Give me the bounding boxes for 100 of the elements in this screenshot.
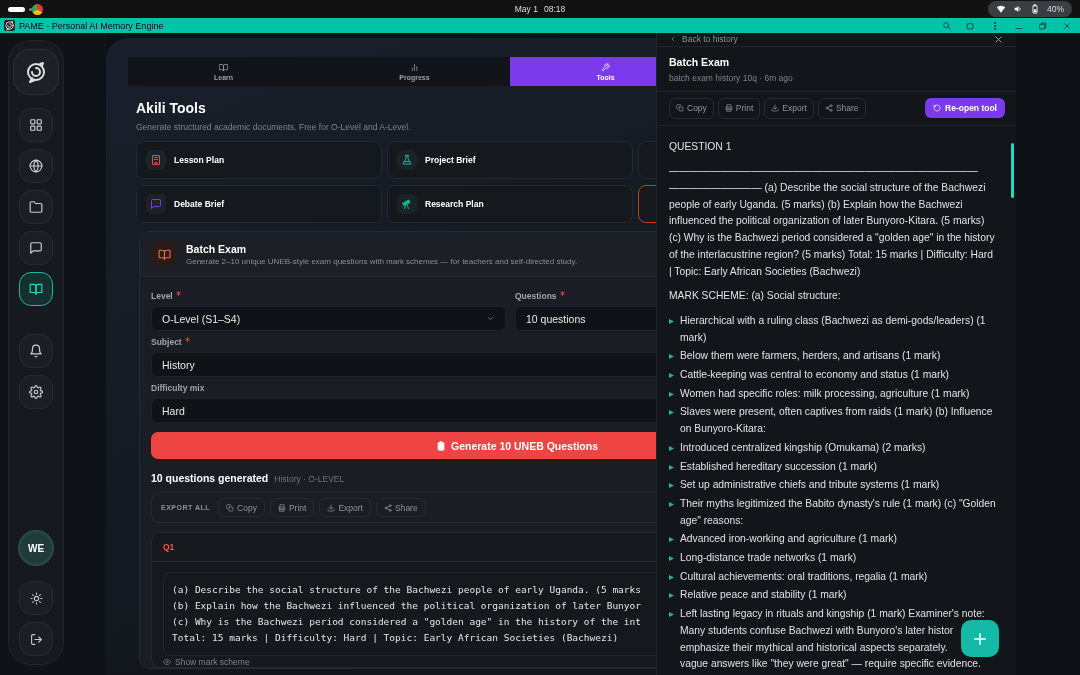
scrollbar-thumb[interactable] bbox=[1011, 143, 1014, 198]
extension-icon[interactable] bbox=[966, 20, 976, 31]
status-tray[interactable]: 40% bbox=[988, 1, 1072, 17]
panel-description: Generate 2–10 unique UNEB-style exam questions with mark schemes — for teachers and self-directed study. bbox=[186, 256, 578, 266]
bullet-text: Established hereditary succession (1 mark) bbox=[680, 459, 877, 474]
bullet-icon bbox=[669, 593, 674, 599]
chart-icon bbox=[410, 62, 419, 72]
action-button[interactable]: Export bbox=[764, 97, 814, 119]
field-label: Questions bbox=[515, 291, 656, 301]
nav-button[interactable] bbox=[19, 231, 53, 265]
nav-button[interactable] bbox=[19, 149, 53, 183]
bullet-text: Their myths legitimized the Babito dynasty's rule (1 mark) (c) "Golden age" reasons: bbox=[680, 496, 996, 528]
action-button[interactable]: Print bbox=[269, 498, 315, 517]
field-label: Subject bbox=[151, 337, 656, 347]
action-button[interactable]: Print bbox=[717, 97, 761, 119]
input-field[interactable]: History bbox=[151, 352, 656, 377]
window-title: PAME - Personal AI Memory Engine bbox=[19, 20, 164, 31]
grid-icon bbox=[29, 118, 43, 132]
bullet-text: Women had specific roles: milk processing, agriculture (1 mark) bbox=[680, 386, 970, 401]
bullet-text: Set up administrative chiefs and tribute systems (1 mark) bbox=[680, 478, 940, 493]
folder-icon bbox=[29, 200, 43, 214]
nav-button[interactable] bbox=[19, 272, 53, 306]
bullet-text: Left lasting legacy in rituals and kingship (1 mark) Examiner's note: bbox=[680, 608, 985, 620]
bullet-icon bbox=[669, 574, 674, 580]
reopen-button[interactable]: Re-open tool bbox=[925, 98, 1005, 119]
drawer-title: Batch Exam bbox=[669, 55, 731, 68]
action-button[interactable]: Share bbox=[376, 498, 426, 517]
scheme-heading: MARK SCHEME: (a) Social structure: bbox=[669, 289, 842, 304]
results-meta: History · O-LEVEL bbox=[274, 474, 345, 484]
close-icon[interactable] bbox=[1062, 20, 1072, 31]
book-icon bbox=[29, 282, 43, 296]
back-link[interactable]: Back to history bbox=[669, 34, 738, 45]
bullet-text: Many students confuse Bachwezi with Bunyoro's later histor bbox=[680, 624, 954, 636]
bullet-icon bbox=[669, 537, 674, 543]
question-text: ————————— (a) Describe the social structure of the Bachwezi people of early Uganda. (5 marks) (b) Explain how the Bachwezi influenced the political organization of later Bunyoro-Kitara. (5 marks) (c) Why is the Bachwezi period considered a "golden age" in the history of the interlacustrine region? (5 marks) Total: 15 marks | Difficulty: Hard | Topic: Early African Societies (Bachwezi) bbox=[669, 181, 996, 279]
chat-icon bbox=[29, 241, 43, 255]
add-button[interactable] bbox=[961, 620, 999, 657]
question-text: (a) Describe the social structure of the Bachwezi people of early Uganda. (5 marks (b) Explain how the Bachwezi influenced the political organization of later Bunyor (c) Why is the Bachwezi period considered a "golden age" in the history of the int Total: 15 marks | Difficulty: Hard | Topic: Early African Societies (Bachwezi) bbox=[163, 572, 656, 656]
nav-button[interactable] bbox=[19, 190, 53, 224]
battery-text: 40% bbox=[1047, 4, 1064, 14]
nav-button[interactable] bbox=[19, 108, 53, 142]
volume-icon bbox=[1013, 4, 1023, 14]
toggle-link[interactable]: Show mark scheme bbox=[163, 657, 250, 667]
tool-card[interactable]: Lesson Plan bbox=[136, 141, 382, 179]
download-icon bbox=[771, 104, 780, 113]
bullet-icon bbox=[669, 373, 674, 379]
tool-card[interactable]: Debate Brief bbox=[136, 185, 382, 223]
eye-icon bbox=[163, 658, 171, 666]
workspace-dot[interactable] bbox=[29, 7, 32, 11]
wrench-icon bbox=[601, 62, 610, 72]
tool-card[interactable]: Project Brief bbox=[387, 141, 633, 179]
panel-title: Batch Exam bbox=[186, 242, 248, 255]
generate-button[interactable]: Generate 10 UNEB Questions bbox=[151, 432, 656, 459]
user-avatar[interactable]: WE bbox=[18, 530, 54, 566]
bullet-text: vague answers like "they were great" — require specific evidence. bbox=[680, 658, 981, 670]
clock-text: 08:18 bbox=[543, 4, 566, 14]
maximize-icon[interactable] bbox=[1038, 20, 1048, 31]
action-button[interactable]: Copy bbox=[218, 498, 265, 517]
nav-button[interactable] bbox=[19, 334, 53, 368]
input-field[interactable]: 10 questions bbox=[515, 306, 656, 331]
sun-icon bbox=[29, 591, 43, 605]
dash-rule: —————————————————————————————— bbox=[669, 164, 979, 179]
zoom-icon[interactable] bbox=[942, 20, 952, 31]
bullet-text: emphasize their mythical and historical aspects separately. bbox=[680, 641, 948, 653]
action-button[interactable]: Copy bbox=[669, 97, 714, 119]
results-title: 10 questions generated bbox=[151, 472, 269, 484]
action-button[interactable]: Share bbox=[817, 97, 866, 119]
copy-icon bbox=[676, 104, 684, 113]
bullet-text: Advanced iron-working and agriculture (1 mark) bbox=[680, 532, 897, 547]
bullet-icon bbox=[669, 483, 674, 489]
printer-icon bbox=[724, 104, 733, 113]
clipboard-icon bbox=[435, 440, 446, 451]
select-field[interactable]: O-Level (S1–S4) bbox=[151, 306, 506, 331]
printer-icon bbox=[277, 503, 286, 512]
bullet-text: Introduced centralized kingship (Omukama) (2 marks) bbox=[680, 440, 926, 455]
page-title: Akili Tools bbox=[136, 100, 207, 116]
action-button[interactable]: Export bbox=[319, 498, 371, 517]
theme-button[interactable] bbox=[19, 581, 53, 615]
bullet-icon bbox=[669, 391, 674, 397]
field-label: Level bbox=[151, 291, 506, 301]
logout-button[interactable] bbox=[19, 622, 53, 656]
bullet-text: Cattle-keeping was central to economy and status (1 mark) bbox=[680, 368, 949, 383]
share-icon bbox=[384, 503, 392, 512]
nav-button[interactable] bbox=[19, 375, 53, 409]
bullet-text: Hierarchical with a ruling class (Bachwezi as demi-gods/leaders) (1 mark) bbox=[680, 313, 987, 345]
share-icon bbox=[824, 104, 833, 113]
settings-icon bbox=[29, 385, 43, 399]
drawer-meta: batch exam history 10q · 6m ago bbox=[669, 72, 794, 83]
globe-icon bbox=[29, 159, 43, 173]
tool-card[interactable]: Research Plan bbox=[387, 185, 633, 223]
input-field[interactable]: Hard bbox=[151, 398, 656, 423]
battery-icon bbox=[1030, 4, 1040, 14]
bullet-text: Relative peace and stability (1 mark) bbox=[680, 588, 847, 603]
browser-icon[interactable] bbox=[32, 3, 43, 15]
question-number: Q1 bbox=[163, 542, 175, 552]
close-icon[interactable] bbox=[993, 33, 1004, 45]
logo-button[interactable] bbox=[13, 49, 59, 95]
bullet-text: Long-distance trade networks (1 mark) bbox=[680, 551, 857, 566]
book-icon bbox=[157, 247, 171, 261]
launcher-icon[interactable] bbox=[8, 6, 25, 12]
